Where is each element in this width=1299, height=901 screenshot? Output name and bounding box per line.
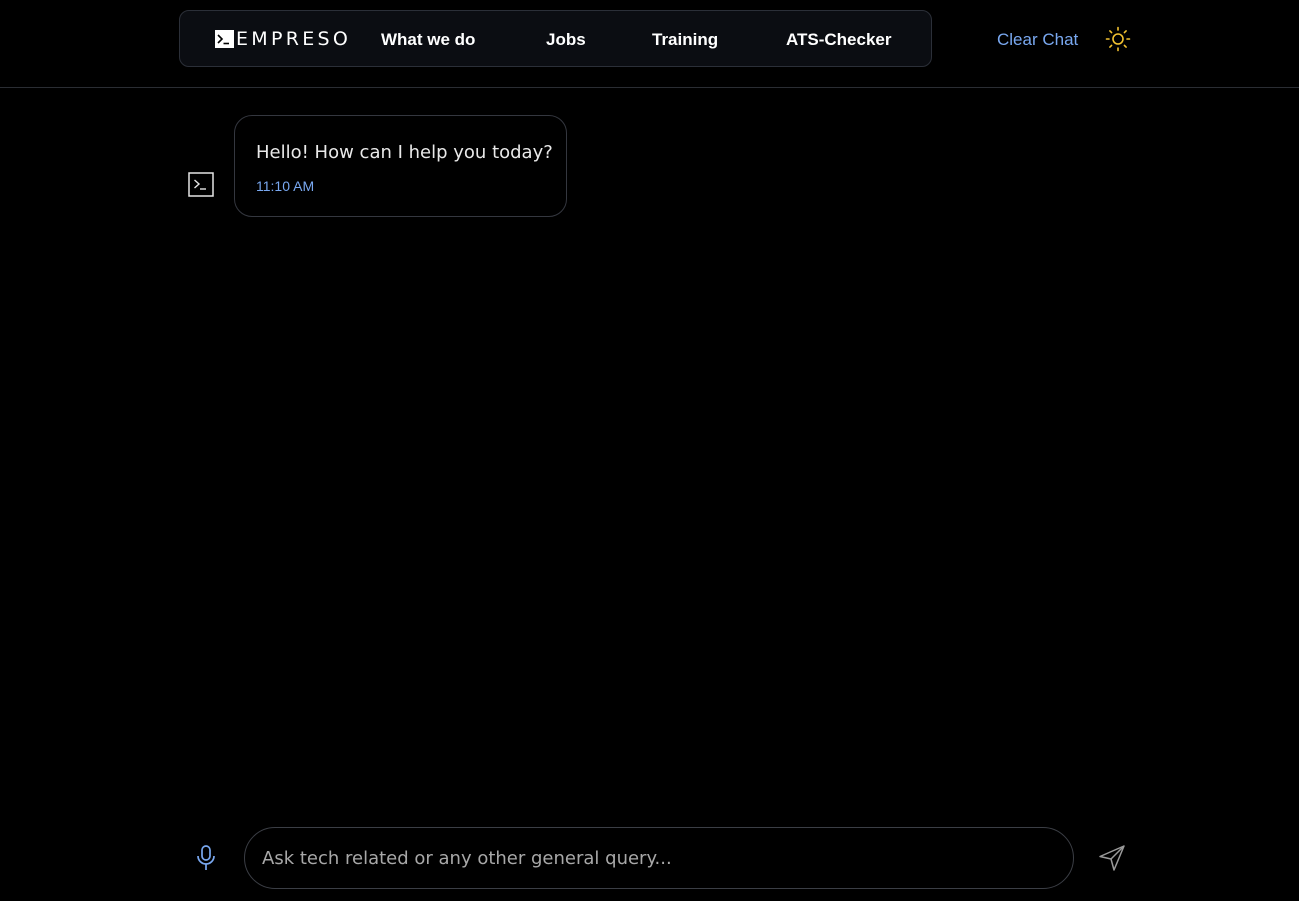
microphone-icon[interactable] [193, 844, 219, 872]
terminal-icon [188, 172, 214, 197]
message-input[interactable] [260, 828, 1050, 888]
clear-chat-button[interactable]: Clear Chat [997, 29, 1078, 51]
nav-jobs[interactable]: Jobs [546, 30, 586, 50]
send-icon[interactable] [1097, 843, 1127, 873]
message-input-container [244, 827, 1074, 889]
nav-what-we-do[interactable]: What we do [381, 30, 475, 50]
message-timestamp: 11:10 AM [256, 178, 315, 194]
message-text: Hello! How can I help you today? [256, 142, 553, 163]
bot-message-bubble: Hello! How can I help you today? 11:10 A… [234, 115, 567, 217]
brand-logo[interactable]: EMPRESO [215, 29, 351, 49]
nav-training[interactable]: Training [652, 30, 718, 50]
logo-text: EMPRESO [236, 28, 352, 50]
main-nav: EMPRESO What we do Jobs Training ATS-Che… [179, 10, 932, 67]
sun-icon[interactable] [1105, 26, 1131, 52]
top-bar: EMPRESO What we do Jobs Training ATS-Che… [0, 0, 1299, 88]
logo-terminal-icon [215, 30, 234, 48]
nav-ats-checker[interactable]: ATS-Checker [786, 30, 892, 50]
